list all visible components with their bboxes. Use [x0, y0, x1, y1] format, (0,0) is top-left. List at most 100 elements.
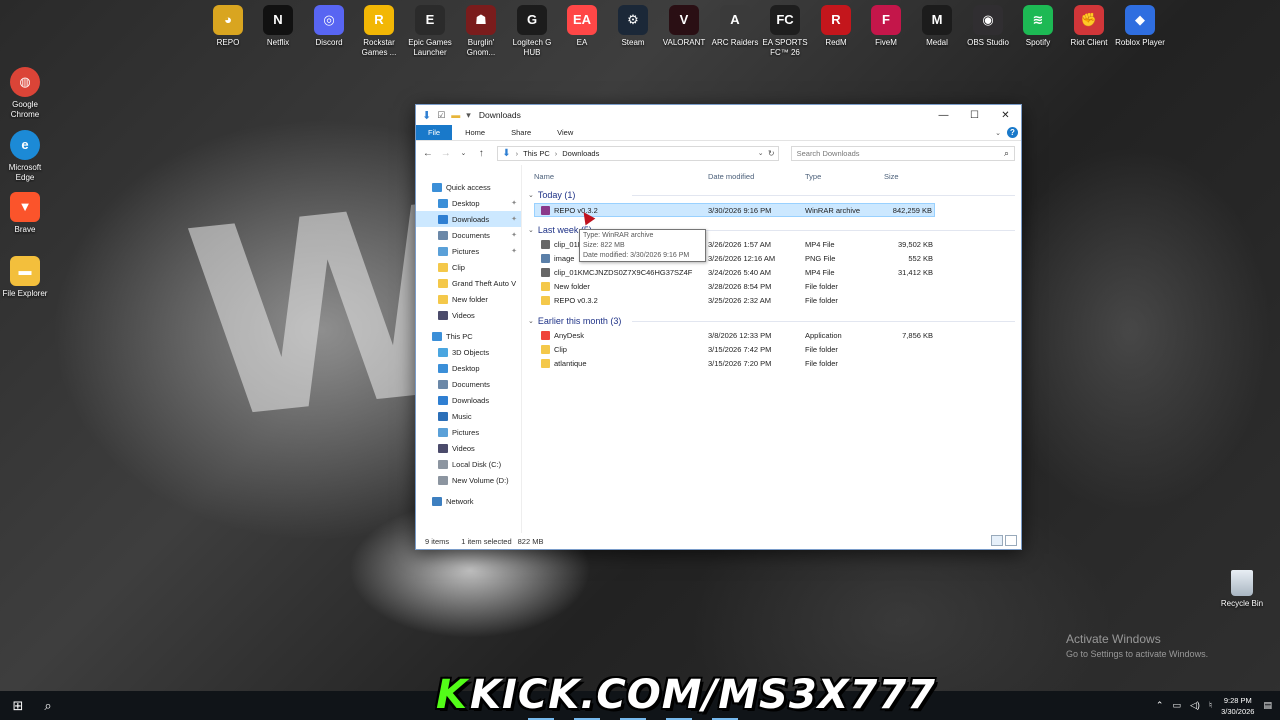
redm-icon: R [821, 5, 851, 35]
desktop-shortcut[interactable]: ▼ Brave [0, 192, 50, 235]
tab-file[interactable]: File [416, 125, 453, 140]
help-icon[interactable]: ? [1007, 127, 1018, 138]
desktop-shortcut[interactable]: ◕ REPO [203, 5, 253, 48]
desktop-shortcut[interactable]: E Epic Games Launcher [405, 5, 455, 57]
group-header[interactable]: ⌄ Today (1) [522, 187, 1021, 203]
nav-item-this-pc[interactable]: This PC [416, 328, 521, 344]
breadcrumb-downloads[interactable]: Downloads [562, 149, 599, 158]
nav-item-downloads[interactable]: Downloads [416, 392, 521, 408]
desktop-shortcut[interactable]: N Netflix [253, 5, 303, 48]
show-hidden-icons-icon[interactable]: ⌃ [1156, 700, 1164, 711]
new-folder-quick-icon[interactable]: ▬ [451, 110, 460, 120]
expand-ribbon-icon[interactable]: ⌄ [995, 129, 1001, 137]
nav-item-videos[interactable]: Videos [416, 307, 521, 323]
nav-item-clip[interactable]: Clip [416, 259, 521, 275]
desktop-shortcut[interactable]: M Medal [912, 5, 962, 48]
volume-icon[interactable]: ◁) [1190, 700, 1200, 711]
file-row[interactable]: atlantique 3/15/2026 7:20 PM File folder [522, 357, 1021, 371]
nav-item-network[interactable]: Network [416, 493, 521, 509]
file-row[interactable]: New folder 3/28/2026 8:54 PM File folder [522, 280, 1021, 294]
details-view-button[interactable] [991, 535, 1003, 546]
desktop-shortcut[interactable]: R RedM [811, 5, 861, 48]
column-type[interactable]: Type [805, 172, 821, 181]
maximize-button[interactable]: ☐ [959, 105, 990, 125]
notifications-icon[interactable]: ▤ [1263, 700, 1272, 711]
collapse-group-icon[interactable]: ⌄ [528, 226, 534, 234]
close-button[interactable]: ✕ [990, 105, 1021, 125]
nav-item-pictures[interactable]: Pictures [416, 424, 521, 440]
desktop-shortcut[interactable]: G Logitech G HUB [507, 5, 557, 57]
desktop-shortcut[interactable]: A ARC Raiders [710, 5, 760, 48]
file-row[interactable]: REPO v0.3.2 3/30/2026 9:16 PM WinRAR archi… [534, 203, 935, 217]
nav-item-downloads[interactable]: Downloads ✦ [416, 211, 521, 227]
desktop-shortcut[interactable]: FC EA SPORTS FC™ 26 [760, 5, 810, 57]
nav-item-videos[interactable]: Videos [416, 440, 521, 456]
desktop-shortcut[interactable]: ◎ Discord [304, 5, 354, 48]
nav-item-grand-theft-auto-v[interactable]: Grand Theft Auto V [416, 275, 521, 291]
title-bar[interactable]: ⬇ ☑ ▬ ▾ Downloads — ☐ ✕ [416, 105, 1021, 125]
file-row[interactable]: REPO v0.3.2 3/25/2026 2:32 AM File folder [522, 294, 1021, 308]
tab-home[interactable]: Home [452, 125, 498, 140]
microphone-icon[interactable]: ♮ [1209, 700, 1212, 711]
nav-item-quick-access[interactable]: Quick access [416, 179, 521, 195]
nav-item-music[interactable]: Music [416, 408, 521, 424]
refresh-icon[interactable]: ↻ [768, 149, 775, 158]
network-tray-icon[interactable]: ▭ [1172, 700, 1181, 711]
nav-item-local-disk-c[interactable]: Local Disk (C:) [416, 456, 521, 472]
nav-item-documents[interactable]: Documents ✦ [416, 227, 521, 243]
nav-item-pictures[interactable]: Pictures ✦ [416, 243, 521, 259]
nav-item-new-folder[interactable]: New folder [416, 291, 521, 307]
desktop-shortcut[interactable]: R Rockstar Games ... [354, 5, 404, 57]
search-box[interactable]: Search Downloads ⌕ [790, 145, 1015, 161]
file-explorer-window[interactable]: ⬇ ☑ ▬ ▾ Downloads — ☐ ✕ File Home Share … [415, 104, 1022, 550]
back-button[interactable]: ← [422, 148, 434, 159]
desktop-shortcut[interactable]: ◆ Roblox Player [1115, 5, 1165, 48]
column-size[interactable]: Size [884, 172, 899, 181]
desktop-shortcut-label: Netflix [266, 38, 290, 47]
desktop-shortcut[interactable]: ⚙ Steam [608, 5, 658, 48]
file-name: atlantique [554, 359, 587, 368]
nav-item-desktop[interactable]: Desktop ✦ [416, 195, 521, 211]
column-date-modified[interactable]: Date modified [708, 172, 754, 181]
desktop-shortcut[interactable]: F FiveM [861, 5, 911, 48]
tab-view[interactable]: View [544, 125, 586, 140]
minimize-button[interactable]: — [928, 105, 959, 125]
desktop-shortcut[interactable]: EA EA [557, 5, 607, 48]
logitech-g-hub-icon: G [517, 5, 547, 35]
collapse-group-icon[interactable]: ⌄ [528, 317, 534, 325]
start-button[interactable]: ⊞ [0, 691, 36, 720]
desktop-shortcut[interactable]: ◉ OBS Studio [963, 5, 1013, 48]
tab-share[interactable]: Share [498, 125, 544, 140]
desktop-shortcut[interactable]: ◍ Google Chrome [0, 67, 50, 119]
address-bar[interactable]: ⬇ › This PC › Downloads ⌄ ↻ [497, 145, 779, 161]
desktop-shortcut[interactable]: ☗ Burglin' Gnom... [456, 5, 506, 57]
collapse-group-icon[interactable]: ⌄ [528, 191, 534, 199]
quick-access-dropdown-icon[interactable]: ▾ [466, 110, 471, 121]
desktop-shortcut[interactable]: V VALORANT [659, 5, 709, 48]
address-dropdown-icon[interactable]: ⌄ [758, 149, 764, 157]
nav-item-documents[interactable]: Documents [416, 376, 521, 392]
breadcrumb-this-pc[interactable]: This PC [523, 149, 550, 158]
desktop-shortcut[interactable]: e Microsoft Edge [0, 130, 50, 182]
group-header[interactable]: ⌄ Earlier this month (3) [522, 313, 1021, 329]
recycle-bin[interactable]: Recycle Bin [1218, 570, 1266, 608]
desktop-shortcut[interactable]: ≋ Spotify [1013, 5, 1063, 48]
file-row[interactable]: Clip 3/15/2026 7:42 PM File folder [522, 343, 1021, 357]
desktop-shortcut[interactable]: ▬ File Explorer [0, 256, 50, 299]
file-row[interactable]: clip_01KMCJNZDS0Z7X9C46HG37SZ4F 3/24/2026… [522, 266, 1021, 280]
forward-button[interactable]: → [440, 148, 452, 159]
recent-locations-icon[interactable]: ⌄ [458, 149, 470, 157]
large-icons-view-button[interactable] [1005, 535, 1017, 546]
properties-icon[interactable]: ☑ [437, 110, 445, 121]
column-name[interactable]: Name [534, 172, 554, 181]
taskbar-search-icon[interactable]: ⌕ [36, 698, 60, 714]
nav-item-desktop[interactable]: Desktop [416, 360, 521, 376]
nav-item-3d-objects[interactable]: 3D Objects [416, 344, 521, 360]
desktop-shortcut-label: REPO [216, 38, 240, 47]
desktop-shortcut[interactable]: ✊ Riot Client [1064, 5, 1114, 48]
file-row[interactable]: AnyDesk 3/8/2026 12:33 PM Application 7,856… [522, 329, 1021, 343]
up-button[interactable]: ↑ [475, 148, 487, 159]
search-input[interactable]: Search Downloads [797, 149, 860, 158]
nav-item-new-volume-d[interactable]: New Volume (D:) [416, 472, 521, 488]
clock[interactable]: 9:28 PM 3/30/2026 [1221, 695, 1254, 717]
